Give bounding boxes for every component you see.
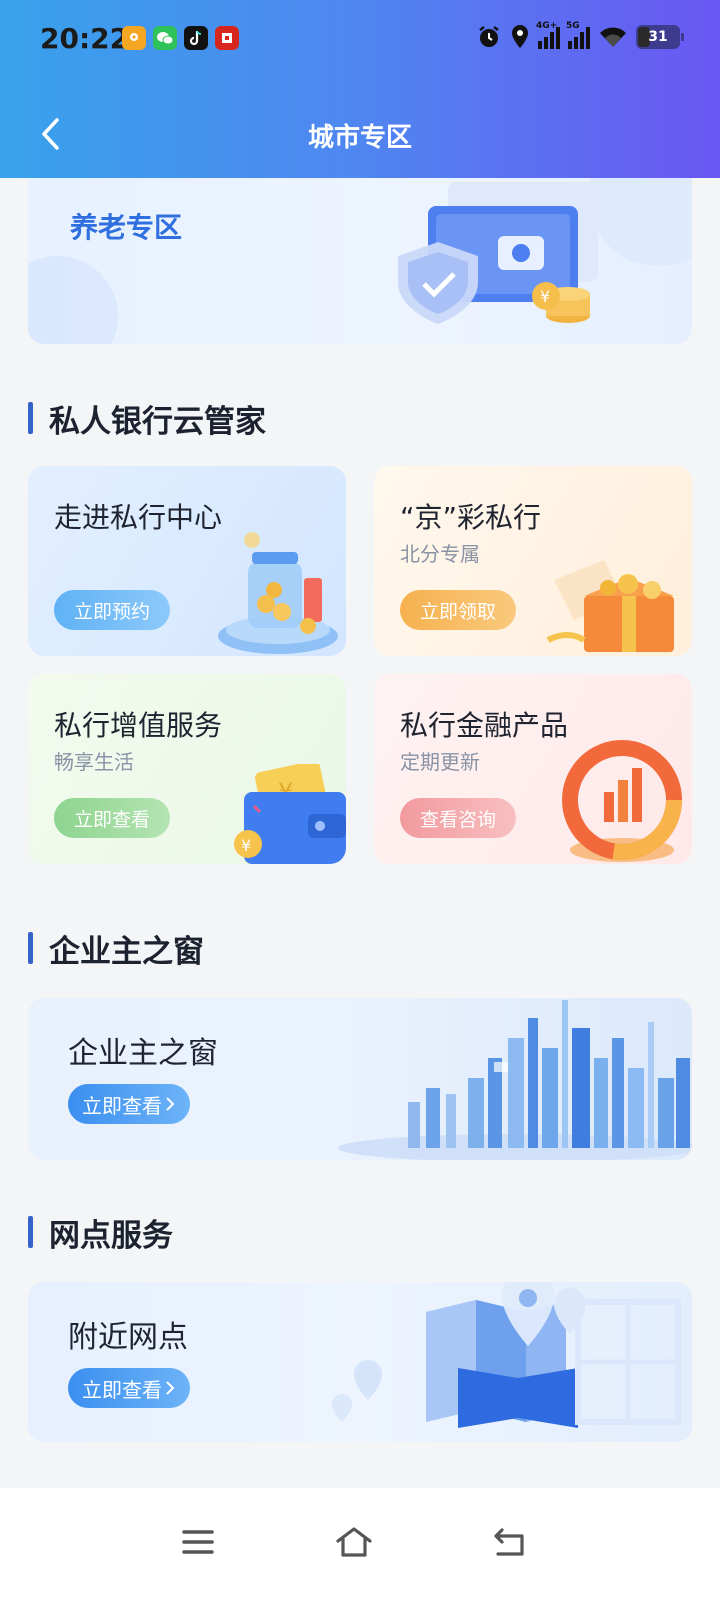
map-location-illustration [332,1282,681,1428]
card-subtitle: 北分专属 [400,542,480,566]
nav-bar: 城市专区 [0,90,720,178]
home-icon [336,1527,372,1557]
signal-icon-1: 4G+ [536,21,560,49]
finance-shield-illustration: ¥ [398,182,598,324]
button-label: 立即查看 [82,1093,162,1118]
button-label: 立即查看 [82,1377,162,1402]
banner-title: 企业主之窗 [68,1036,218,1071]
section-title-text: 私人银行云管家 [49,403,266,440]
nearby-branch-banner[interactable]: 附近网点 立即查看 [28,1282,692,1442]
view-now-button[interactable]: 立即查看 [68,1084,190,1124]
card-value-added-services[interactable]: 私行增值服务 畅享生活 立即查看 ¥ ¥ [28,674,346,864]
view-now-button[interactable]: 立即查看 [68,1368,190,1408]
chevron-right-icon [166,1097,175,1111]
svg-text:¥: ¥ [540,287,550,306]
menu-button[interactable] [176,1522,220,1562]
consult-button[interactable]: 查看咨询 [400,798,517,838]
battery-icon: 31 [636,25,684,49]
view-now-button[interactable]: 立即查看 [54,798,171,838]
system-icons: 4G+ 5G 31 [476,21,684,50]
card-financial-products[interactable]: 私行金融产品 定期更新 查看咨询 [374,674,692,864]
card-title: 私行增值服务 [54,709,223,742]
section-title-text: 企业主之窗 [49,933,204,970]
svg-text:¥: ¥ [241,836,251,855]
alarm-icon [476,24,502,50]
wechat-icon [153,26,177,50]
system-navigation-bar [0,1488,720,1600]
card-title: 私行金融产品 [400,709,569,742]
section-marker [28,402,33,434]
back-nav-button[interactable] [488,1522,532,1562]
back-arrow-icon [494,1528,524,1556]
section-title-text: 网点服务 [49,1217,173,1254]
banner-title: 附近网点 [68,1320,188,1355]
branch-section-title: 网点服务 [28,1212,173,1254]
card-jingcai-private[interactable]: “京”彩私行 北分专属 立即领取 [374,466,692,656]
card-title: “京”彩私行 [400,501,542,534]
tiktok-icon [184,26,208,50]
private-bank-section-title: 私人银行云管家 [28,398,266,440]
location-icon [510,24,530,50]
signal-icon-2: 5G [566,21,590,49]
book-now-button[interactable]: 立即预约 [54,590,171,630]
section-marker [28,932,33,964]
bank-app-icon [215,26,239,50]
chevron-right-icon [166,1381,175,1395]
map-app-icon [122,26,146,50]
city-skyline-illustration [338,1000,692,1160]
card-subtitle: 定期更新 [400,750,480,774]
page-title: 城市专区 [307,123,412,153]
section-marker [28,1216,33,1248]
growth-chart-illustration [562,740,682,862]
card-subtitle: 畅享生活 [54,750,134,774]
gift-box-illustration [546,560,674,652]
elderly-zone-title: 养老专区 [70,211,183,244]
notification-icons [122,26,239,50]
coin-jar-illustration [218,532,338,654]
menu-icon [182,1530,214,1554]
home-button[interactable] [332,1522,376,1562]
battery-level: 31 [648,29,668,45]
network-type-2: 5G [566,21,580,31]
app-header: 20:22 4G+ 5G 31 城市专区 [0,0,720,178]
network-type-1: 4G+ [536,21,558,31]
business-window-banner[interactable]: 企业主之窗 立即查看 [28,998,692,1160]
wallet-illustration: ¥ ¥ [234,764,346,864]
claim-now-button[interactable]: 立即领取 [400,590,517,630]
status-time: 20:22 [40,22,130,55]
elderly-zone-banner[interactable]: 养老专区 ¥ [28,166,692,344]
business-section-title: 企业主之窗 [28,928,204,970]
status-bar: 20:22 4G+ 5G 31 [0,0,720,80]
wifi-icon [598,25,628,49]
card-title: 走进私行中心 [54,501,223,534]
card-private-center[interactable]: 走进私行中心 立即预约 [28,466,346,656]
